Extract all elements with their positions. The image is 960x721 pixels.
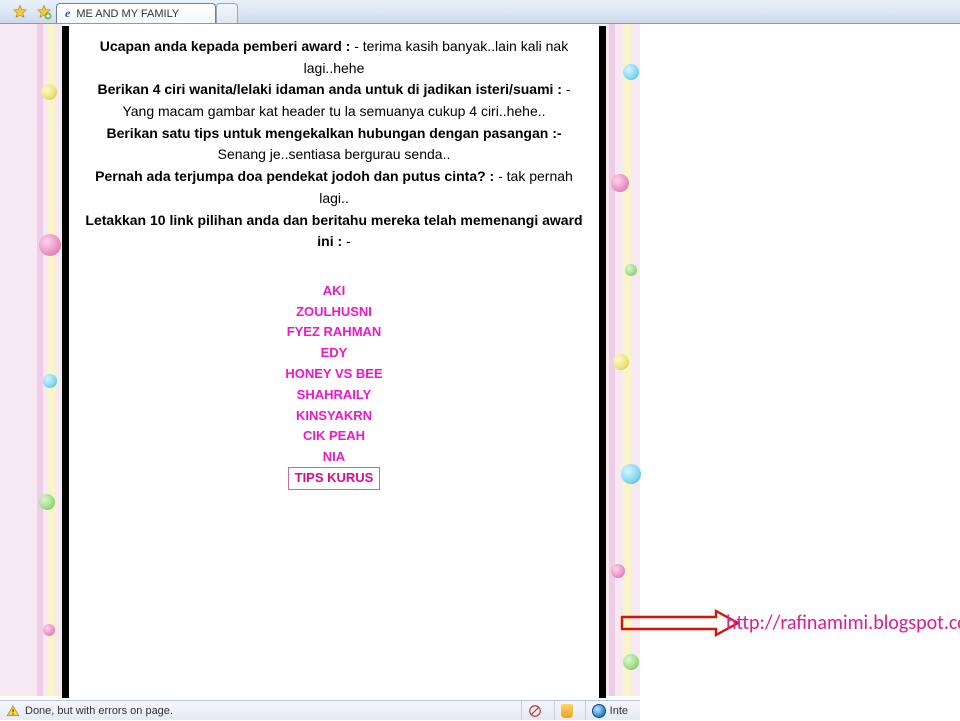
qa-question: Pernah ada terjumpa doa pendekat jodoh d… bbox=[95, 168, 494, 184]
tab-bar: e ME AND MY FAMILY bbox=[0, 0, 960, 24]
link-item[interactable]: CIK PEAH bbox=[303, 428, 365, 443]
annotation-arrow-icon bbox=[620, 608, 740, 638]
tab-me-and-my-family[interactable]: e ME AND MY FAMILY bbox=[56, 3, 216, 23]
qa-item: Berikan satu tips untuk mengekalkan hubu… bbox=[81, 123, 587, 166]
qa-item: Pernah ada terjumpa doa pendekat jodoh d… bbox=[81, 166, 587, 209]
tab-title: ME AND MY FAMILY bbox=[76, 8, 179, 20]
link-item[interactable]: SHAHRAILY bbox=[297, 387, 372, 402]
links-list: AKI ZOULHUSNI FYEZ RAHMAN EDY HONEY VS B… bbox=[81, 281, 587, 490]
qa-answer: Senang je..sentiasa bergurau senda.. bbox=[218, 146, 451, 162]
qa-item: Berikan 4 ciri wanita/lelaki idaman anda… bbox=[81, 79, 587, 122]
status-zone-label: Inte bbox=[610, 705, 628, 717]
ie-logo-icon: e bbox=[65, 6, 70, 21]
link-item-highlighted[interactable]: TIPS KURUS bbox=[295, 470, 374, 485]
link-item[interactable]: KINSYAKRN bbox=[296, 408, 372, 423]
status-security-icon[interactable] bbox=[554, 701, 579, 720]
link-item[interactable]: HONEY VS BEE bbox=[285, 366, 382, 381]
new-tab-button[interactable] bbox=[216, 3, 238, 23]
qa-question: Berikan satu tips untuk mengekalkan hubu… bbox=[106, 125, 561, 141]
warning-icon bbox=[6, 704, 19, 717]
add-favorites-icon[interactable] bbox=[35, 3, 53, 21]
shield-icon bbox=[561, 704, 573, 718]
globe-icon bbox=[592, 704, 606, 718]
annotation-url: http://rafinamimi.blogspot.com/ bbox=[726, 612, 960, 635]
link-item[interactable]: EDY bbox=[321, 345, 348, 360]
wallpaper-right bbox=[605, 24, 645, 696]
qa-question: Letakkan 10 link pilihan anda dan berita… bbox=[85, 212, 582, 250]
qa-question: Ucapan anda kepada pemberi award : bbox=[100, 38, 351, 54]
link-item[interactable]: ZOULHUSNI bbox=[296, 304, 372, 319]
status-zone[interactable]: Inte bbox=[585, 701, 634, 720]
status-bar: Done, but with errors on page. Inte bbox=[0, 700, 640, 720]
qa-item: Ucapan anda kepada pemberi award : - ter… bbox=[81, 36, 587, 79]
wallpaper-left bbox=[33, 24, 63, 696]
link-item[interactable]: AKI bbox=[323, 283, 345, 298]
favorites-star-icon[interactable] bbox=[11, 3, 29, 21]
qa-question: Berikan 4 ciri wanita/lelaki idaman anda… bbox=[97, 81, 562, 97]
qa-block: Ucapan anda kepada pemberi award : - ter… bbox=[81, 36, 587, 253]
link-item[interactable]: NIA bbox=[323, 449, 345, 464]
content-column: Ucapan anda kepada pemberi award : - ter… bbox=[62, 24, 606, 698]
qa-item: Letakkan 10 link pilihan anda dan berita… bbox=[81, 210, 587, 253]
link-item[interactable]: FYEZ RAHMAN bbox=[287, 324, 382, 339]
qa-answer: - bbox=[342, 233, 351, 249]
content-column-inner: Ucapan anda kepada pemberi award : - ter… bbox=[62, 26, 606, 698]
status-message: Done, but with errors on page. bbox=[25, 705, 173, 717]
status-privacy-icon[interactable] bbox=[521, 701, 548, 720]
highlighted-link-box: TIPS KURUS bbox=[288, 467, 381, 490]
